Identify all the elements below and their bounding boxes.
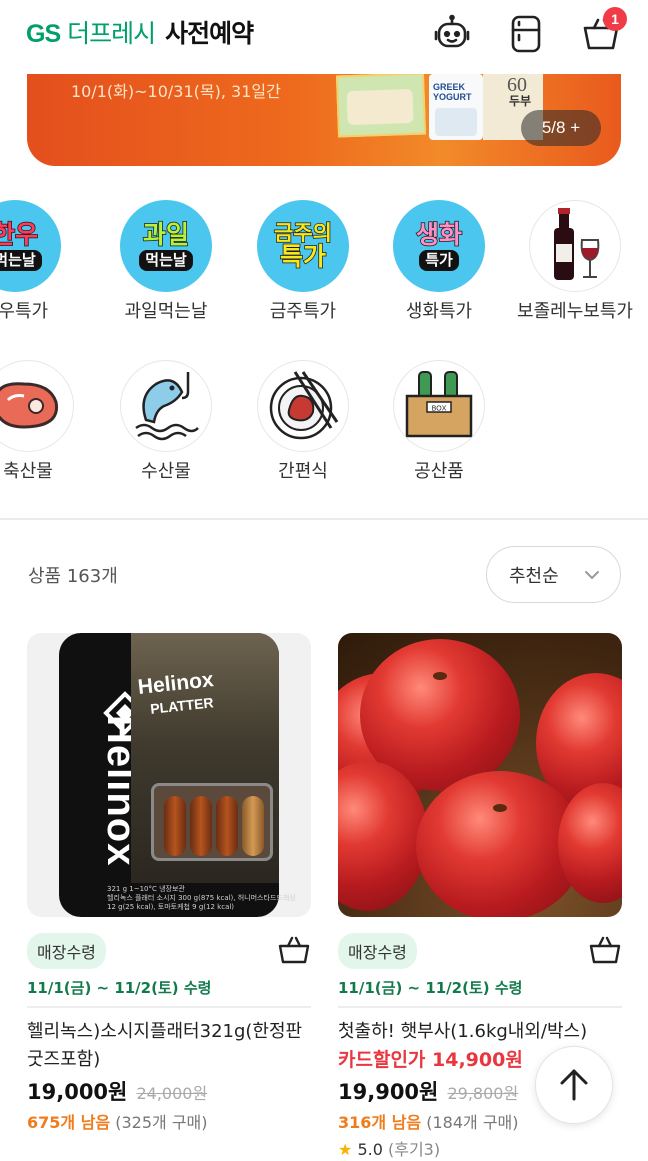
purchase-count: (184개 구매) [426,1113,519,1132]
helinox-package: Helinox Helinox PLATTER 321 g 1~10°C 냉장보… [59,633,296,917]
product-count: 상품 163개 [28,566,118,587]
purchase-count: (325개 구매) [115,1113,208,1132]
stock-info: 675개 남음 (325개 구매) [27,1110,311,1136]
box-icon: BOX [393,360,485,452]
hanwoo-icon-bottom: 먹는날 [0,249,42,271]
banner-pager[interactable]: 5/8 + [521,110,601,146]
scroll-top-button[interactable] [535,1046,613,1124]
category-label: 금주특가 [269,301,337,322]
product-price: 19,900원 [338,1080,439,1104]
sort-dropdown[interactable]: 추천순 [486,546,621,603]
category-label: 보졸레누보특가 [517,301,633,322]
hanwoo-icon: 한우 먹는날 [0,200,61,292]
category-convenience-meal[interactable]: 간편식 [233,360,373,485]
add-to-cart-icon[interactable] [277,933,311,967]
pickup-tag: 매장수령 [27,933,106,969]
pickup-date: 11/1(금) ~ 11/2(토) 수령 [27,977,311,1008]
cart-button[interactable]: 1 [581,7,627,54]
section-divider [0,518,648,520]
banner-date: 10/1(화)~10/31(목), 31일간 [71,82,281,101]
category-weekly-deal[interactable]: 금주의 특가 금주특가 [233,200,373,325]
fruit-day-icon: 과일 먹는날 [120,200,212,292]
category-beaujolais[interactable]: 보졸레누보특가 [505,200,645,325]
product-image[interactable] [338,633,622,917]
helinox-package-info: 321 g 1~10°C 냉장보관 헬리녹스 플래터 소시지 300 g(875… [107,885,297,912]
weekly-deal-icon: 금주의 특가 [257,200,349,292]
hanwoo-icon-top: 한우 [0,219,39,249]
meal-icon [257,360,349,452]
banner-tofu-label: 두부 [509,94,532,108]
category-label: 간편식 [278,461,328,482]
original-price: 24,000원 [136,1084,208,1103]
category-label: 축산물 [3,461,53,482]
category-seafood[interactable]: 수산물 [96,360,236,485]
category-meat[interactable]: 축산물 [0,360,98,485]
brand-fresh: 더프레시 [67,19,156,48]
wine-icon [529,200,621,292]
flower-deal-icon: 생화 특가 [393,200,485,292]
rating-score: 5.0 [357,1140,383,1159]
category-label: 수산물 [141,461,191,482]
flower-icon-bottom: 특가 [419,249,459,271]
category-fruit-day[interactable]: 과일 먹는날 과일먹는날 [96,200,236,325]
brand-logo[interactable]: GS 더프레시 사전예약 [26,14,254,50]
stock-left: 675개 남음 [27,1113,111,1132]
category-hanwoo[interactable]: 한우 먹는날 한우특가 [0,200,85,325]
star-icon: ★ [338,1140,353,1159]
arrow-up-icon [560,1069,588,1101]
banner-product-yogurt: GREEK YOGURT [429,74,483,140]
banner-yogurt-label: GREEK YOGURT [433,82,472,102]
category-label: 생화특가 [405,301,473,322]
rating-info[interactable]: ★ 5.0 (후기3) [338,1136,622,1161]
pickup-tag: 매장수령 [338,933,417,969]
page-title: 사전예약 [165,19,254,48]
product-card[interactable]: Helinox Helinox PLATTER 321 g 1~10°C 냉장보… [27,633,311,1136]
brand-gs: GS [26,20,61,48]
fruit-icon-bottom: 먹는날 [139,249,193,271]
helinox-platter-title: Helinox PLATTER [137,668,217,721]
weekly-icon-bottom: 특가 [279,242,327,271]
weekly-icon-top: 금주의 [273,221,332,245]
cart-count-badge: 1 [603,7,627,31]
original-price: 29,800원 [447,1084,519,1103]
stock-left: 316개 남음 [338,1113,422,1132]
category-label: 과일먹는날 [124,301,208,322]
robot-icon[interactable] [432,14,472,54]
add-to-cart-icon[interactable] [588,933,622,967]
banner-product-dumpling [335,74,427,138]
product-name[interactable]: 헬리녹스)소시지플래터321g(한정판굿즈포함) [27,1018,311,1074]
category-label: 한우특가 [0,301,49,322]
flower-icon-top: 생화 [415,219,463,249]
product-price: 19,000원 [27,1080,128,1104]
product-image[interactable]: Helinox Helinox PLATTER 321 g 1~10°C 냉장보… [27,633,311,917]
category-label: 공산품 [414,461,464,482]
promo-banner[interactable]: 10/1(화)~10/31(목), 31일간 GREEK YOGURT 60 두… [27,74,621,166]
meat-icon [0,360,74,452]
app-header: GS 더프레시 사전예약 1 [0,0,648,74]
fish-icon [120,360,212,452]
sort-label: 추천순 [509,565,559,587]
svg-text:BOX: BOX [432,406,447,413]
pickup-date: 11/1(금) ~ 11/2(토) 수령 [338,977,622,1008]
helinox-storage: 1~10°C 냉장보관 [129,885,185,893]
chevron-down-icon [585,571,599,580]
fruit-icon-top: 과일 [142,219,190,249]
helinox-ingredients: 헬리녹스 플래터 소시지 300 g(875 kcal), 허니머스타드드레싱 … [107,894,296,911]
category-flower-deal[interactable]: 생화 특가 생화특가 [369,200,509,325]
product-name[interactable]: 첫출하! 햇부사(1.6kg내외/박스) [338,1018,622,1046]
category-industrial-goods[interactable]: BOX 공산품 [369,360,509,485]
helinox-net-weight: 321 g [107,885,128,893]
price-line: 19,000원 24,000원 [27,1076,311,1110]
review-count: (후기3) [387,1140,441,1159]
fridge-icon[interactable] [506,14,546,54]
